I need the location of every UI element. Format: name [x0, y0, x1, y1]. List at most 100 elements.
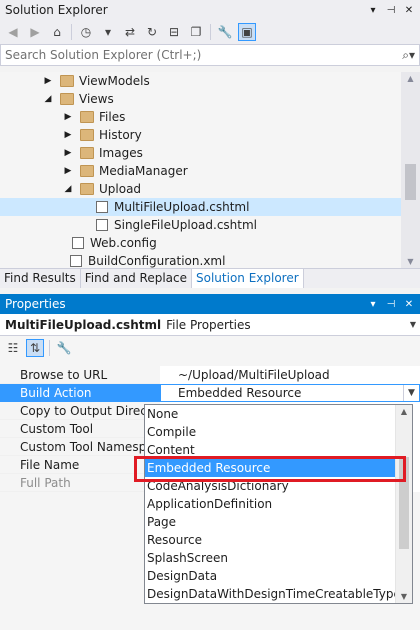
folder-icon	[80, 111, 94, 123]
pin-icon[interactable]: ⊣	[384, 299, 398, 310]
search-input[interactable]: Search Solution Explorer (Ctrl+;)	[5, 48, 402, 62]
dropdown-option[interactable]: Embedded Resource	[145, 459, 412, 477]
back-icon[interactable]: ◀	[4, 23, 22, 41]
close-icon[interactable]: ✕	[402, 5, 416, 16]
property-name[interactable]: Custom Tool	[0, 420, 160, 438]
expand-arrow-icon[interactable]: ▶	[62, 166, 74, 176]
dropdown-scrollbar[interactable]: ▲ ▼	[395, 405, 412, 603]
alphabetical-icon[interactable]: ⇅	[26, 339, 44, 357]
tree-item-label: Views	[79, 92, 114, 106]
forward-icon[interactable]: ▶	[26, 23, 44, 41]
scroll-up-icon[interactable]: ▲	[396, 407, 412, 416]
window-menu-icon[interactable]: ▾	[366, 299, 380, 310]
tab-find-results[interactable]: Find Results	[0, 269, 81, 288]
properties-title: Properties	[5, 297, 66, 311]
property-pages-wrench-icon[interactable]: 🔧	[55, 339, 73, 357]
tree-item-label: SingleFileUpload.cshtml	[114, 218, 258, 232]
sync-icon[interactable]: ⇄	[121, 23, 139, 41]
tree-folder-item[interactable]: ▶ Files	[0, 108, 401, 126]
tree-item-label: Files	[99, 110, 126, 124]
scroll-down-icon[interactable]: ▼	[401, 257, 420, 266]
pin-icon[interactable]: ⊣	[384, 5, 398, 16]
dropdown-option[interactable]: DesignData	[145, 567, 412, 585]
property-value: Embedded Resource	[178, 385, 302, 400]
scroll-down-icon[interactable]: ▼	[396, 592, 412, 601]
properties-wrench-icon[interactable]: 🔧	[216, 23, 234, 41]
property-row[interactable]: Build Action Embedded Resource ▼	[0, 383, 420, 402]
dropdown-option[interactable]: ApplicationDefinition	[145, 495, 412, 513]
solution-tree: ▶ ViewModels ◢ Views ▶ Files ▶ History ▶ Images ▶ M…	[0, 72, 401, 268]
tree-file-item[interactable]: BuildConfiguration.xml	[0, 252, 401, 268]
search-icon[interactable]: ⌕▾	[402, 48, 415, 63]
property-name[interactable]: Full Path	[0, 474, 160, 492]
solution-explorer-header: Solution Explorer ▾ ⊣ ✕	[0, 0, 420, 20]
collapse-arrow-icon[interactable]: ◢	[62, 184, 74, 194]
dropdown-option[interactable]: Resource	[145, 531, 412, 549]
dropdown-option[interactable]: None	[145, 405, 412, 423]
property-name[interactable]: Build Action	[0, 383, 160, 402]
dropdown-option[interactable]: CodeAnalysisDictionary	[145, 477, 412, 495]
tree-folder-item[interactable]: ▶ History	[0, 126, 401, 144]
folder-icon	[80, 183, 94, 195]
toolbar-separator	[49, 340, 50, 356]
solution-explorer-title: Solution Explorer	[5, 3, 108, 17]
chevron-down-icon[interactable]: ▼	[403, 384, 419, 401]
file-icon	[70, 255, 82, 267]
property-name[interactable]: Copy to Output Directo	[0, 402, 160, 420]
toolbar-separator	[210, 24, 211, 40]
dropdown-option[interactable]: Compile	[145, 423, 412, 441]
home-icon[interactable]: ⌂	[48, 23, 66, 41]
dropdown-option[interactable]: Content	[145, 441, 412, 459]
scrollbar-thumb[interactable]	[399, 457, 409, 549]
tree-scrollbar[interactable]: ▲ ▼	[401, 72, 420, 268]
preview-selected-icon[interactable]: ▣	[238, 23, 256, 41]
property-name[interactable]: Custom Tool Namespa	[0, 438, 160, 456]
property-row[interactable]: Browse to URL ~/Upload/MultiFileUpload	[0, 365, 420, 384]
tab-find-and-replace[interactable]: Find and Replace	[81, 269, 192, 288]
build-action-dropdown[interactable]: None Compile Content Embedded Resource CodeA…	[144, 404, 413, 604]
close-icon[interactable]: ✕	[402, 299, 416, 310]
search-box[interactable]: Search Solution Explorer (Ctrl+;) ⌕▾	[0, 44, 420, 66]
tree-folder-item[interactable]: ◢ Views	[0, 90, 401, 108]
folder-icon	[80, 165, 94, 177]
scroll-up-icon[interactable]: ▲	[401, 74, 420, 83]
build-action-select[interactable]: Embedded Resource ▼	[160, 383, 420, 402]
object-type: File Properties	[166, 317, 251, 332]
properties-toolbar: ☷ ⇅ 🔧	[0, 336, 420, 360]
tab-solution-explorer[interactable]: Solution Explorer	[192, 269, 304, 288]
tree-file-item[interactable]: SingleFileUpload.cshtml	[0, 216, 401, 234]
tree-file-item[interactable]: MultiFileUpload.cshtml	[0, 198, 401, 216]
solution-explorer-toolbar: ◀ ▶ ⌂ ◷ ▾ ⇄ ↻ ⊟ ❐ 🔧 ▣	[0, 20, 420, 44]
refresh-icon[interactable]: ↻	[143, 23, 161, 41]
expand-arrow-icon[interactable]: ▶	[62, 112, 74, 122]
property-name[interactable]: File Name	[0, 456, 160, 474]
categorized-icon[interactable]: ☷	[4, 339, 22, 357]
property-value[interactable]: ~/Upload/MultiFileUpload	[160, 365, 420, 384]
tool-window-tabs: Find Results Find and Replace Solution Exp…	[0, 268, 420, 288]
expand-arrow-icon[interactable]: ▶	[62, 130, 74, 140]
tree-folder-item[interactable]: ◢ Upload	[0, 180, 401, 198]
tree-folder-item[interactable]: ▶ Images	[0, 144, 401, 162]
tree-item-label: Web.config	[90, 236, 157, 250]
collapse-all-icon[interactable]: ⊟	[165, 23, 183, 41]
toolbar-separator	[71, 24, 72, 40]
expand-arrow-icon[interactable]: ▶	[42, 76, 54, 86]
object-selector[interactable]: MultiFileUpload.cshtml File Properties ▼	[0, 314, 420, 336]
chevron-down-icon[interactable]: ▼	[410, 320, 416, 329]
tree-item-label: BuildConfiguration.xml	[88, 254, 226, 268]
pending-changes-filter-icon[interactable]: ◷	[77, 23, 95, 41]
tree-folder-item[interactable]: ▶ ViewModels	[0, 72, 401, 90]
property-name[interactable]: Browse to URL	[0, 366, 160, 384]
dropdown-option[interactable]: DesignDataWithDesignTimeCreatableTypes	[145, 585, 412, 603]
dropdown-option[interactable]: Page	[145, 513, 412, 531]
properties-header: Properties ▾ ⊣ ✕	[0, 294, 420, 314]
tree-file-item[interactable]: Web.config	[0, 234, 401, 252]
collapse-arrow-icon[interactable]: ◢	[42, 94, 54, 104]
dropdown-option[interactable]: SplashScreen	[145, 549, 412, 567]
chevron-down-icon[interactable]: ▾	[99, 23, 117, 41]
show-all-files-icon[interactable]: ❐	[187, 23, 205, 41]
tree-folder-item[interactable]: ▶ MediaManager	[0, 162, 401, 180]
window-menu-icon[interactable]: ▾	[366, 5, 380, 16]
expand-arrow-icon[interactable]: ▶	[62, 148, 74, 158]
scrollbar-thumb[interactable]	[405, 164, 416, 200]
